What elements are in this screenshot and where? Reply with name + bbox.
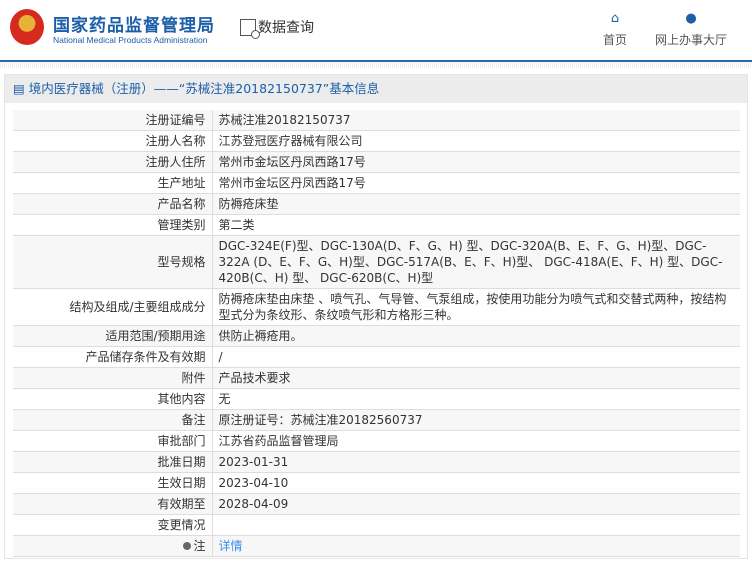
table-row: 审批部门 江苏省药品监督管理局: [13, 430, 740, 452]
field-value: 防褥疮床垫: [212, 193, 740, 215]
table-row: 注册人名称 江苏登冠医疗器械有限公司: [13, 130, 740, 152]
field-value: 防褥疮床垫由床垫 、喷气孔、气导管、气泵组成，按使用功能分为喷气式和交替式两种，…: [212, 288, 740, 326]
field-label: 型号规格: [13, 235, 213, 289]
home-icon: ⌂: [610, 11, 620, 26]
field-label: 产品名称: [13, 193, 213, 215]
field-value: 详情: [212, 535, 740, 557]
table-row: 有效期至 2028-04-09: [13, 493, 740, 515]
site-header: 国家药品监督管理局 National Medical Products Admi…: [0, 0, 752, 62]
field-value: 江苏省药品监督管理局: [212, 430, 740, 452]
field-value: 第二类: [212, 214, 740, 236]
field-label: 有效期至: [13, 493, 213, 515]
field-label: 变更情况: [13, 514, 213, 536]
logo-title[interactable]: 国家药品监督管理局: [53, 11, 215, 36]
table-row: 型号规格 DGC-324E(F)型、DGC-130A(D、F、G、H) 型、DGC…: [13, 235, 740, 289]
field-label: 其他内容: [13, 388, 213, 410]
table-row: 注册证编号 苏械注准20182150737: [13, 110, 740, 131]
field-label: 生效日期: [13, 472, 213, 494]
field-value: DGC-324E(F)型、DGC-130A(D、F、G、H) 型、DGC-320…: [212, 235, 740, 289]
breadcrumb-text: 境内医疗器械（注册）——“苏械注准20182150737”基本信息: [28, 81, 380, 96]
table-row: 结构及组成/主要组成成分 防褥疮床垫由床垫 、喷气孔、气导管、气泵组成，按使用功能…: [13, 288, 740, 326]
note-label-text: 注: [193, 539, 206, 553]
nav-online-hall[interactable]: ● 网上办事大厅: [655, 12, 727, 48]
field-label: 注册证编号: [13, 110, 213, 131]
field-label: 注册人名称: [13, 130, 213, 152]
field-value: 2023-01-31: [212, 451, 740, 473]
note-label: 注: [13, 535, 213, 557]
table-row: 变更情况: [13, 514, 740, 536]
field-value: /: [212, 346, 740, 368]
table-row: 管理类别 第二类: [13, 214, 740, 236]
user-icon: ●: [685, 11, 697, 26]
data-query-title[interactable]: 数据查询: [240, 17, 314, 39]
field-label: 管理类别: [13, 214, 213, 236]
field-value: 2028-04-09: [212, 493, 740, 515]
table-row: 备注 原注册证号：苏械注准20182560737: [13, 409, 740, 431]
details-link[interactable]: 详情: [219, 539, 243, 553]
table-row: 注册人住所 常州市金坛区丹凤西路17号: [13, 151, 740, 173]
breadcrumb: ▤ 境内医疗器械（注册）——“苏械注准20182150737”基本信息: [5, 75, 747, 103]
field-value: 2023-04-10: [212, 472, 740, 494]
table-row: 注详情: [13, 535, 740, 557]
field-label: 备注: [13, 409, 213, 431]
field-label: 生产地址: [13, 172, 213, 194]
table-row: 适用范围/预期用途 供防止褥疮用。: [13, 325, 740, 347]
field-label: 适用范围/预期用途: [13, 325, 213, 347]
field-value: 原注册证号：苏械注准20182560737: [212, 409, 740, 431]
field-label: 注册人住所: [13, 151, 213, 173]
field-value: 江苏登冠医疗器械有限公司: [212, 130, 740, 152]
field-value: 苏械注准20182150737: [212, 110, 740, 131]
table-row: 生产地址 常州市金坛区丹凤西路17号: [13, 172, 740, 194]
field-value: 常州市金坛区丹凤西路17号: [212, 151, 740, 173]
nav-home[interactable]: ⌂ 首页: [603, 12, 627, 48]
pin-icon: [183, 542, 192, 550]
field-value: 无: [212, 388, 740, 410]
table-row: 产品储存条件及有效期 /: [13, 346, 740, 368]
table-row: 批准日期 2023-01-31: [13, 451, 740, 473]
detail-panel: ▤ 境内医疗器械（注册）——“苏械注准20182150737”基本信息 注册证编…: [4, 74, 748, 559]
field-label: 审批部门: [13, 430, 213, 452]
table-row: 其他内容无: [13, 388, 740, 410]
nav-home-label: 首页: [603, 33, 628, 47]
field-value: [212, 514, 740, 536]
table-row: 附件 产品技术要求: [13, 367, 740, 389]
table-row: 生效日期 2023-04-10: [13, 472, 740, 494]
field-label: 产品储存条件及有效期: [13, 346, 213, 368]
document-search-icon: [240, 18, 260, 39]
national-emblem-icon: [10, 9, 44, 45]
nav-online-hall-label: 网上办事大厅: [655, 33, 728, 47]
divider: [0, 62, 752, 68]
field-value: 供防止褥疮用。: [212, 325, 740, 347]
field-value: 产品技术要求: [212, 367, 740, 389]
logo-subtitle[interactable]: National Medical Products Administration: [53, 35, 208, 45]
table-row: 产品名称 防褥疮床垫: [13, 193, 740, 215]
data-query-label: 数据查询: [258, 20, 314, 36]
detail-table: 注册证编号 苏械注准20182150737 注册人名称 江苏登冠医疗器械有限公司 注册人…: [13, 110, 740, 557]
field-label: 结构及组成/主要组成成分: [13, 288, 213, 326]
field-label: 批准日期: [13, 451, 213, 473]
field-value: 常州市金坛区丹凤西路17号: [212, 172, 740, 194]
field-label: 附件: [13, 367, 213, 389]
